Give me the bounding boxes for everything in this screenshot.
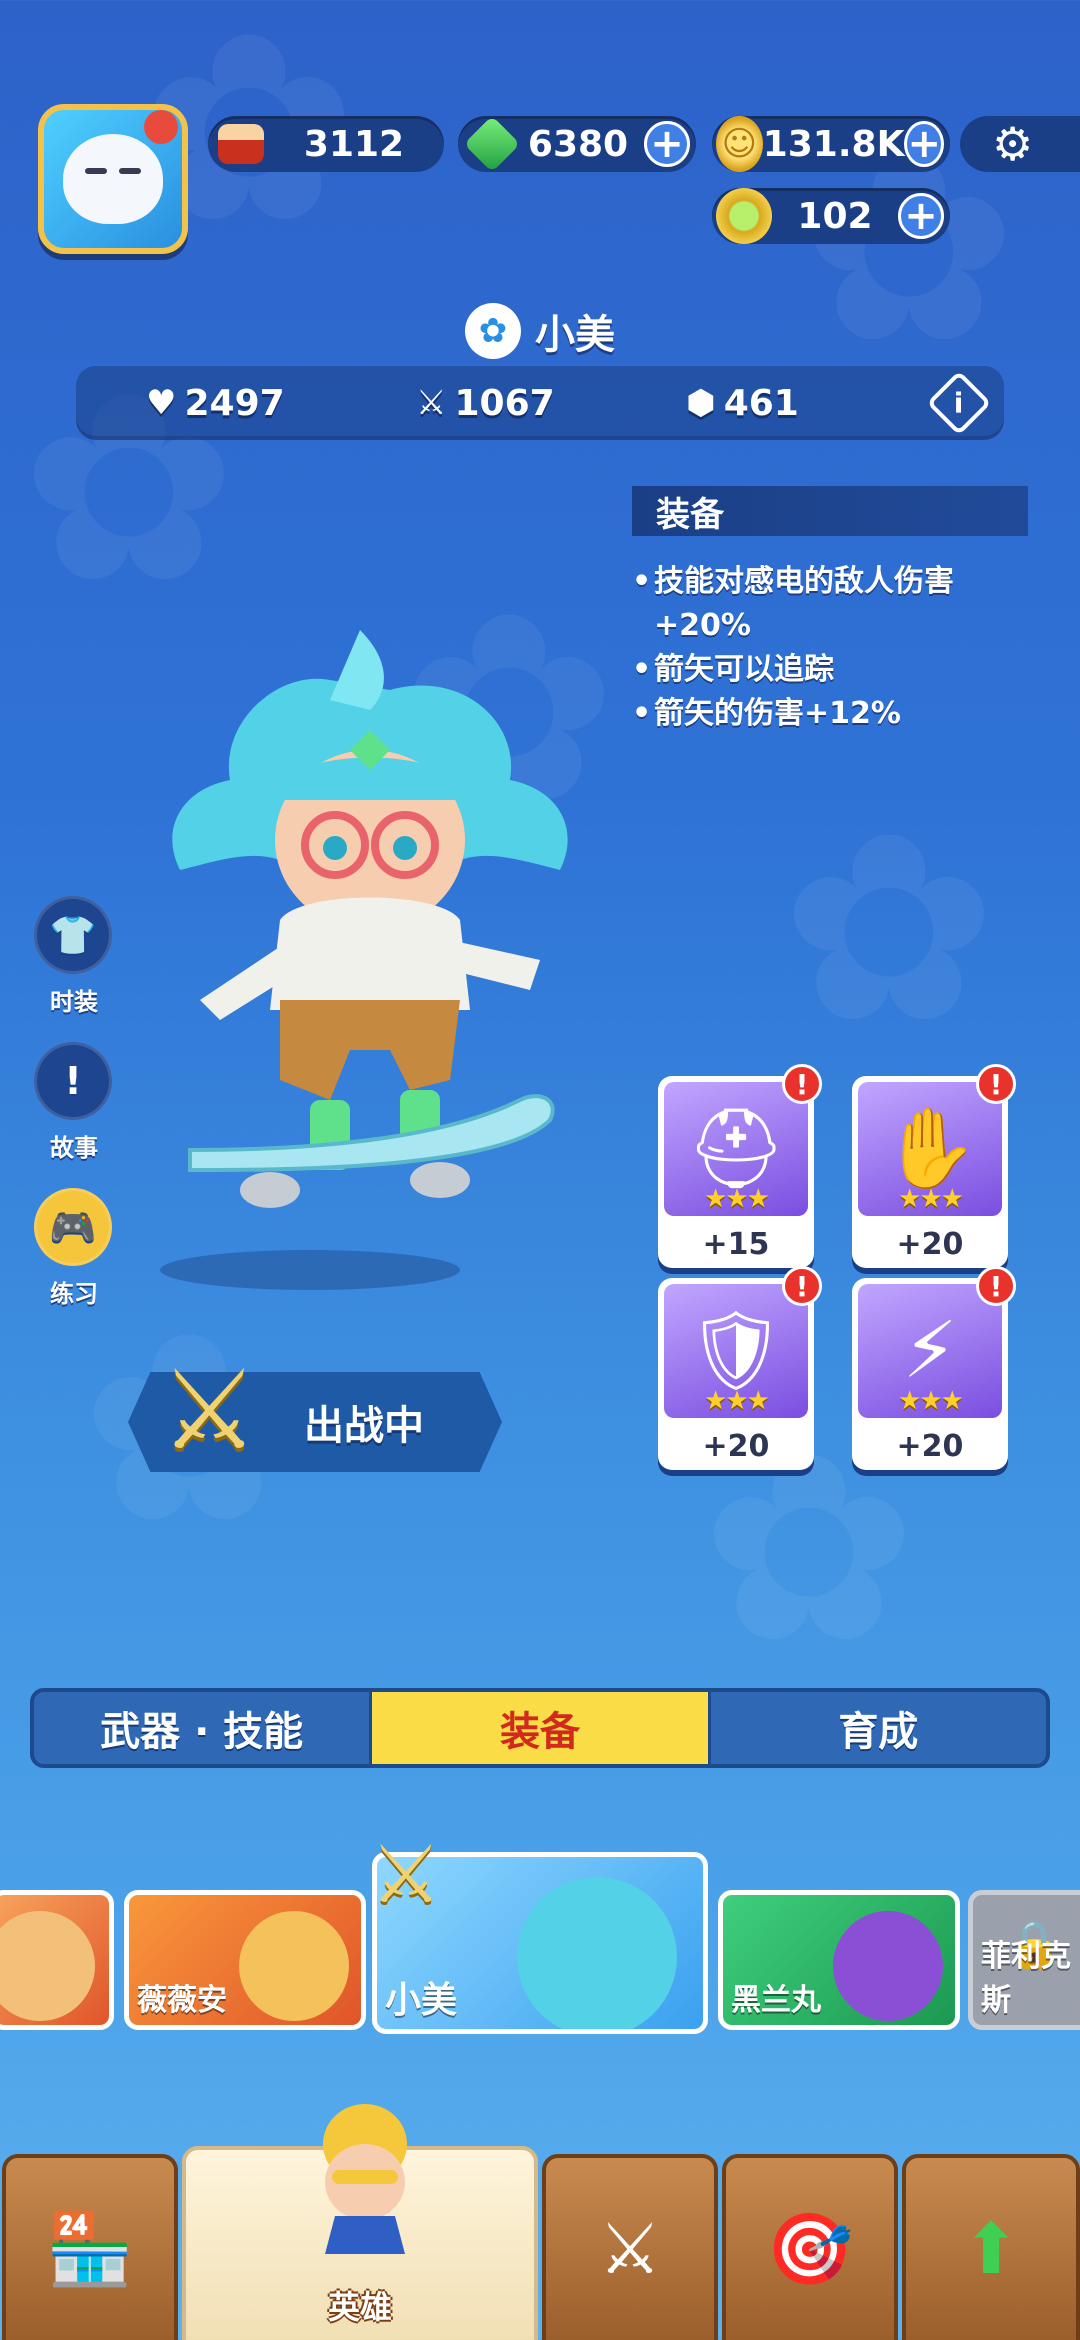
cake-value: 3112 [303, 123, 405, 165]
hero-card-locked[interactable]: 🔒 菲利克斯 [968, 1890, 1080, 2030]
bonus-line: +20% [654, 608, 751, 643]
flower-element-icon: ✿ [465, 303, 521, 359]
hero-portrait [517, 1877, 677, 2029]
in-battle-swords-icon: ⚔ [370, 1828, 442, 1921]
hero-stats-bar: ♥ 2497 ⚔ 1067 ⬢ 461 i [76, 366, 1004, 440]
equipment-level: +20 [702, 1429, 770, 1464]
gem-value: 6380 [527, 123, 629, 165]
hero-model[interactable] [160, 630, 580, 1250]
star-rating: ★★★ [704, 1184, 770, 1214]
token-icon [716, 188, 772, 244]
bonus-line: 箭矢可以追踪 [632, 648, 1052, 692]
equipment-panel-title-text: 装备 [656, 494, 724, 535]
heart-icon: ♥ [146, 383, 177, 423]
shirt-icon: 👕 [34, 896, 112, 974]
star-rating: ★★★ [898, 1184, 964, 1214]
hero-portrait [239, 1911, 349, 2021]
equipment-bonus-list: 技能对感电的敌人伤害 +20% 箭矢可以追踪 箭矢的伤害+12% [632, 560, 1052, 736]
defense-stat: ⬢ 461 [686, 366, 799, 440]
settings-button[interactable]: ⚙ [960, 116, 1080, 172]
player-avatar[interactable] [38, 104, 188, 254]
alert-icon: ! [782, 1266, 822, 1306]
crossed-swords-icon: ⚔ [160, 1346, 259, 1474]
costume-button[interactable]: 👕 时装 [34, 896, 114, 1017]
token-counter[interactable]: 102 + [712, 188, 950, 244]
upgrade-arrow-icon: ⬆ [961, 2208, 1021, 2290]
alert-icon: ! [976, 1064, 1016, 1104]
target-icon: 🎯 [766, 2207, 854, 2290]
hero-tabs: 武器 · 技能 装备 育成 [30, 1688, 1050, 1768]
equipment-card-helmet[interactable]: ⛑ ★★★ +15 ! [658, 1064, 822, 1268]
hero-card-name: 黑兰丸 [731, 1983, 821, 2018]
hero-portrait [833, 1911, 943, 2021]
equipment-panel-title: 装备 [632, 486, 1028, 536]
alert-icon: ! [976, 1266, 1016, 1306]
story-icon: ! [34, 1042, 112, 1120]
in-battle-label: 出战中 [304, 1403, 424, 1449]
nav-heroes-label: 英雄 [327, 2288, 392, 2326]
bonus-line: 技能对感电的敌人伤害 [632, 560, 1052, 604]
story-label: 故事 [50, 1134, 98, 1162]
hp-stat: ♥ 2497 [146, 366, 285, 440]
attack-value: 1067 [454, 382, 555, 424]
add-tokens-button[interactable]: + [898, 193, 944, 239]
practice-button[interactable]: 🎮 练习 [34, 1188, 114, 1309]
sword-icon: ⚔ [416, 383, 447, 423]
hero-card-heilanwan[interactable]: 黑兰丸 [718, 1890, 960, 2030]
defense-value: 461 [723, 382, 799, 424]
tab-growth[interactable]: 育成 [707, 1692, 1046, 1764]
add-coins-button[interactable]: + [904, 121, 944, 167]
coin-icon: ☺ [716, 116, 763, 172]
equipment-level: +20 [896, 1227, 964, 1262]
practice-label: 练习 [50, 1280, 98, 1308]
equipment-level: +20 [896, 1429, 964, 1464]
equipment-card-gauntlet[interactable]: ✋ ★★★ +20 ! [852, 1064, 1016, 1268]
nav-target[interactable]: 🎯 [722, 2154, 898, 2340]
nav-battle[interactable]: ⚔ [542, 2154, 718, 2340]
hero-card-name: 小美 [385, 1980, 458, 2021]
hero-card-partial[interactable] [0, 1890, 114, 2030]
star-rating: ★★★ [704, 1386, 770, 1416]
info-icon: i [954, 386, 964, 420]
coin-value: 131.8K [762, 123, 905, 165]
tab-weapon-skill[interactable]: 武器 · 技能 [34, 1692, 369, 1764]
hero-card-vivian[interactable]: 薇薇安 [124, 1890, 366, 2030]
avatar-face [63, 134, 163, 224]
gear-icon: ⚙ [992, 117, 1034, 171]
alert-icon: ! [782, 1064, 822, 1104]
hero-shadow [160, 1250, 460, 1290]
hero-card-name: 薇薇安 [137, 1983, 227, 2018]
hero-portrait [0, 1911, 95, 2021]
gem-counter[interactable]: 6380 + [458, 115, 696, 173]
nav-shop[interactable]: 🏪 [2, 2154, 178, 2340]
hero-name-row: ✿ 小美 [0, 302, 1080, 360]
tab-equipment[interactable]: 装备 [369, 1692, 708, 1764]
hero-icon [323, 2104, 407, 2254]
coin-counter[interactable]: ☺ 131.8K + [712, 116, 950, 172]
avatar-badge-icon [144, 110, 178, 144]
gamepad-icon: 🎮 [34, 1188, 112, 1266]
cake-icon [218, 124, 264, 164]
cake-counter[interactable]: 3112 [208, 116, 444, 172]
token-value: 102 [797, 195, 873, 237]
attack-stat: ⚔ 1067 [416, 366, 555, 440]
bottom-navigation: 🏪 英雄 ⚔ 🎯 ⬆ [0, 2146, 1080, 2340]
hero-name: 小美 [535, 312, 615, 358]
equipment-card-boots[interactable]: ⚡ ★★★ +20 ! [852, 1266, 1016, 1470]
shield-icon: ⬢ [686, 383, 716, 423]
info-button[interactable]: i [926, 370, 992, 436]
equipment-card-armor[interactable]: 🛡 ★★★ +20 ! [658, 1266, 822, 1470]
hp-value: 2497 [184, 382, 285, 424]
battle-shield-icon: ⚔ [598, 2208, 662, 2290]
star-rating: ★★★ [898, 1386, 964, 1416]
costume-label: 时装 [50, 988, 98, 1016]
shop-icon: 🏪 [46, 2207, 134, 2290]
nav-upgrade[interactable]: ⬆ [902, 2154, 1080, 2340]
add-gems-button[interactable]: + [644, 121, 690, 167]
story-button[interactable]: ! 故事 [34, 1042, 114, 1163]
hero-card-name: 菲利克斯 [981, 1939, 1071, 2018]
background-flower: ✿ [780, 779, 998, 1081]
equipment-level: +15 [702, 1227, 770, 1262]
bonus-line: 箭矢的伤害+12% [632, 692, 1052, 736]
